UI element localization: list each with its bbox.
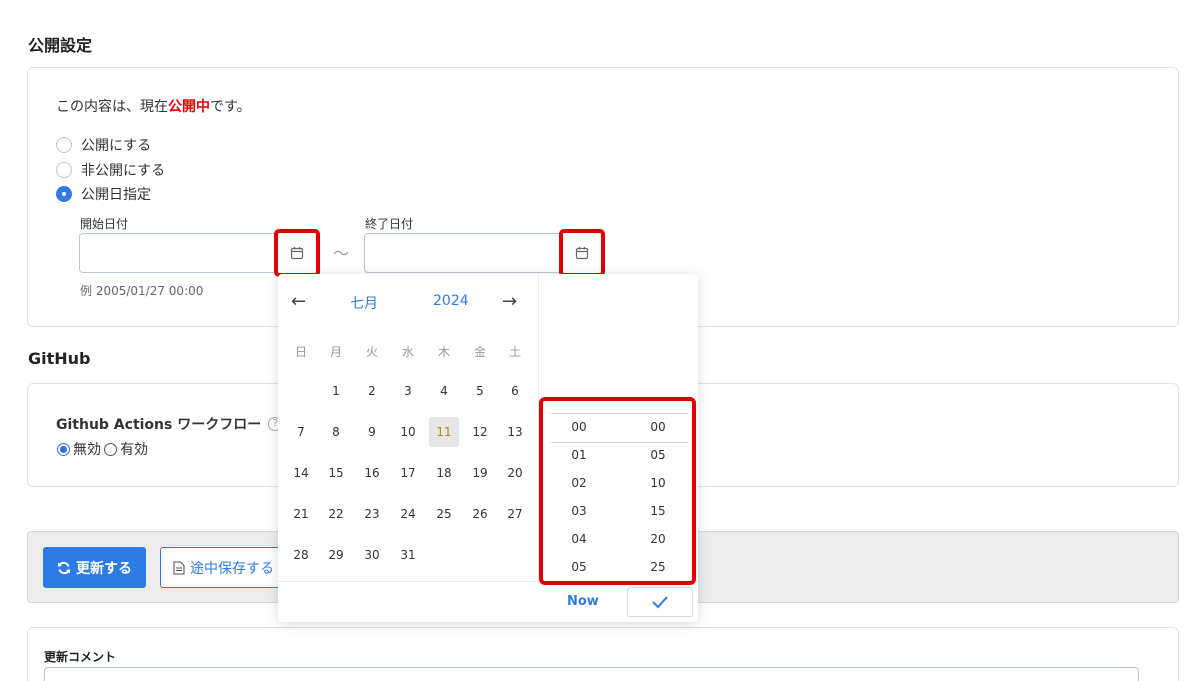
publish-section-title: 公開設定 <box>28 36 93 55</box>
calendar-day[interactable]: 16 <box>357 458 387 488</box>
hour-option[interactable]: 01 <box>554 448 604 462</box>
weekday-label: 金 <box>473 345 486 359</box>
calendar-day[interactable]: 19 <box>465 458 495 488</box>
radio-label: 公開日指定 <box>81 187 151 203</box>
radio-enabled[interactable] <box>104 442 117 456</box>
workflow-label: Github Actions ワークフロー ? <box>56 414 283 434</box>
selection-line-bottom <box>551 442 688 443</box>
calendar-day[interactable]: 21 <box>286 499 316 529</box>
minute-option[interactable]: 15 <box>633 504 683 518</box>
calendar-day[interactable]: 31 <box>393 540 423 570</box>
weekday-label: 日 <box>294 345 307 359</box>
radio-label: 公開にする <box>81 138 152 154</box>
radio-unpublish[interactable]: 非公開にする <box>56 160 165 180</box>
calendar-day[interactable]: 9 <box>357 417 387 447</box>
now-button[interactable]: Now <box>567 594 599 609</box>
end-date-label: 終了日付 <box>365 217 414 231</box>
calendar-day[interactable]: 28 <box>286 540 316 570</box>
minute-option[interactable]: 00 <box>633 420 683 434</box>
calendar-day[interactable]: 6 <box>500 376 530 406</box>
radio-disabled-label: 無効 <box>73 442 101 458</box>
workflow-options: 無効 有効 <box>57 439 148 459</box>
calendar-day[interactable]: 22 <box>321 499 351 529</box>
calendar-day[interactable]: 13 <box>500 417 530 447</box>
comment-card: 更新コメント <box>27 627 1179 681</box>
publish-status-text: この内容は、現在公開中です。 <box>56 96 251 116</box>
prev-month-button[interactable]: ← <box>291 291 306 312</box>
update-button[interactable]: 更新する <box>43 547 146 588</box>
calendar-day-today[interactable]: 11 <box>429 417 459 447</box>
calendar-icon <box>575 247 589 260</box>
confirm-button[interactable] <box>627 587 693 617</box>
month-selector[interactable]: 七月 <box>350 293 378 313</box>
save-draft-button[interactable]: 途中保存する <box>160 547 290 588</box>
radio-button[interactable] <box>56 137 72 153</box>
status-prefix: この内容は、現在 <box>56 99 168 115</box>
calendar-day[interactable]: 30 <box>357 540 387 570</box>
calendar-day[interactable]: 25 <box>429 499 459 529</box>
save-draft-label: 途中保存する <box>190 560 274 577</box>
calendar-day[interactable]: 18 <box>429 458 459 488</box>
status-suffix: です。 <box>210 99 251 115</box>
calendar-day[interactable]: 7 <box>286 417 316 447</box>
document-icon <box>173 560 185 575</box>
calendar-day[interactable]: 24 <box>393 499 423 529</box>
radio-button[interactable] <box>56 162 72 178</box>
calendar-day[interactable]: 23 <box>357 499 387 529</box>
year-selector[interactable]: 2024 <box>433 293 469 309</box>
start-calendar-button[interactable] <box>274 229 320 277</box>
calendar-day[interactable]: 10 <box>393 417 423 447</box>
comment-label: 更新コメント <box>44 650 117 664</box>
minute-option[interactable]: 10 <box>633 476 683 490</box>
calendar-day[interactable]: 26 <box>465 499 495 529</box>
calendar-day[interactable]: 8 <box>321 417 351 447</box>
range-separator: 〜 <box>333 244 350 263</box>
minute-option[interactable]: 05 <box>633 448 683 462</box>
weekday-label: 木 <box>437 345 450 359</box>
github-section-title: GitHub <box>28 349 91 368</box>
calendar-day[interactable]: 14 <box>286 458 316 488</box>
refresh-icon <box>58 561 70 574</box>
minute-option[interactable]: 20 <box>633 532 683 546</box>
date-format-hint: 例 2005/01/27 00:00 <box>80 284 204 298</box>
hour-option[interactable]: 03 <box>554 504 604 518</box>
selection-line-top <box>551 413 688 414</box>
check-icon <box>652 596 668 609</box>
calendar-day[interactable]: 12 <box>465 417 495 447</box>
calendar-day[interactable]: 5 <box>465 376 495 406</box>
hour-option[interactable]: 04 <box>554 532 604 546</box>
minute-option[interactable]: 25 <box>633 560 683 574</box>
hour-option[interactable]: 02 <box>554 476 604 490</box>
calendar-day[interactable]: 29 <box>321 540 351 570</box>
next-month-button[interactable]: → <box>502 291 517 312</box>
radio-label: 非公開にする <box>81 163 166 179</box>
radio-scheduled[interactable]: 公開日指定 <box>56 184 151 204</box>
workflow-label-text: Github Actions ワークフロー <box>56 417 262 433</box>
comment-input[interactable] <box>44 667 1139 681</box>
radio-button-checked[interactable] <box>56 186 72 202</box>
calendar-day[interactable]: 20 <box>500 458 530 488</box>
calendar-icon <box>290 247 304 260</box>
calendar-day[interactable]: 2 <box>357 376 387 406</box>
weekday-label: 水 <box>401 345 414 359</box>
start-date-label: 開始日付 <box>80 217 129 231</box>
calendar-day[interactable]: 17 <box>393 458 423 488</box>
update-button-label: 更新する <box>76 560 132 577</box>
hour-option[interactable]: 00 <box>554 420 604 434</box>
weekday-label: 火 <box>365 345 378 359</box>
weekday-label: 土 <box>508 345 521 359</box>
calendar-day[interactable]: 4 <box>429 376 459 406</box>
weekday-label: 月 <box>329 345 342 359</box>
end-calendar-button[interactable] <box>559 229 605 277</box>
radio-publish[interactable]: 公開にする <box>56 135 151 155</box>
status-highlight: 公開中 <box>168 99 210 115</box>
calendar-day[interactable]: 27 <box>500 499 530 529</box>
calendar-day[interactable]: 15 <box>321 458 351 488</box>
time-selector: 00 01 02 03 04 05 00 05 10 15 20 25 <box>539 397 696 585</box>
radio-enabled-label: 有効 <box>120 442 148 458</box>
calendar-day[interactable]: 1 <box>321 376 351 406</box>
hour-option[interactable]: 05 <box>554 560 604 574</box>
calendar-day[interactable]: 3 <box>393 376 423 406</box>
radio-disabled[interactable] <box>57 442 70 456</box>
